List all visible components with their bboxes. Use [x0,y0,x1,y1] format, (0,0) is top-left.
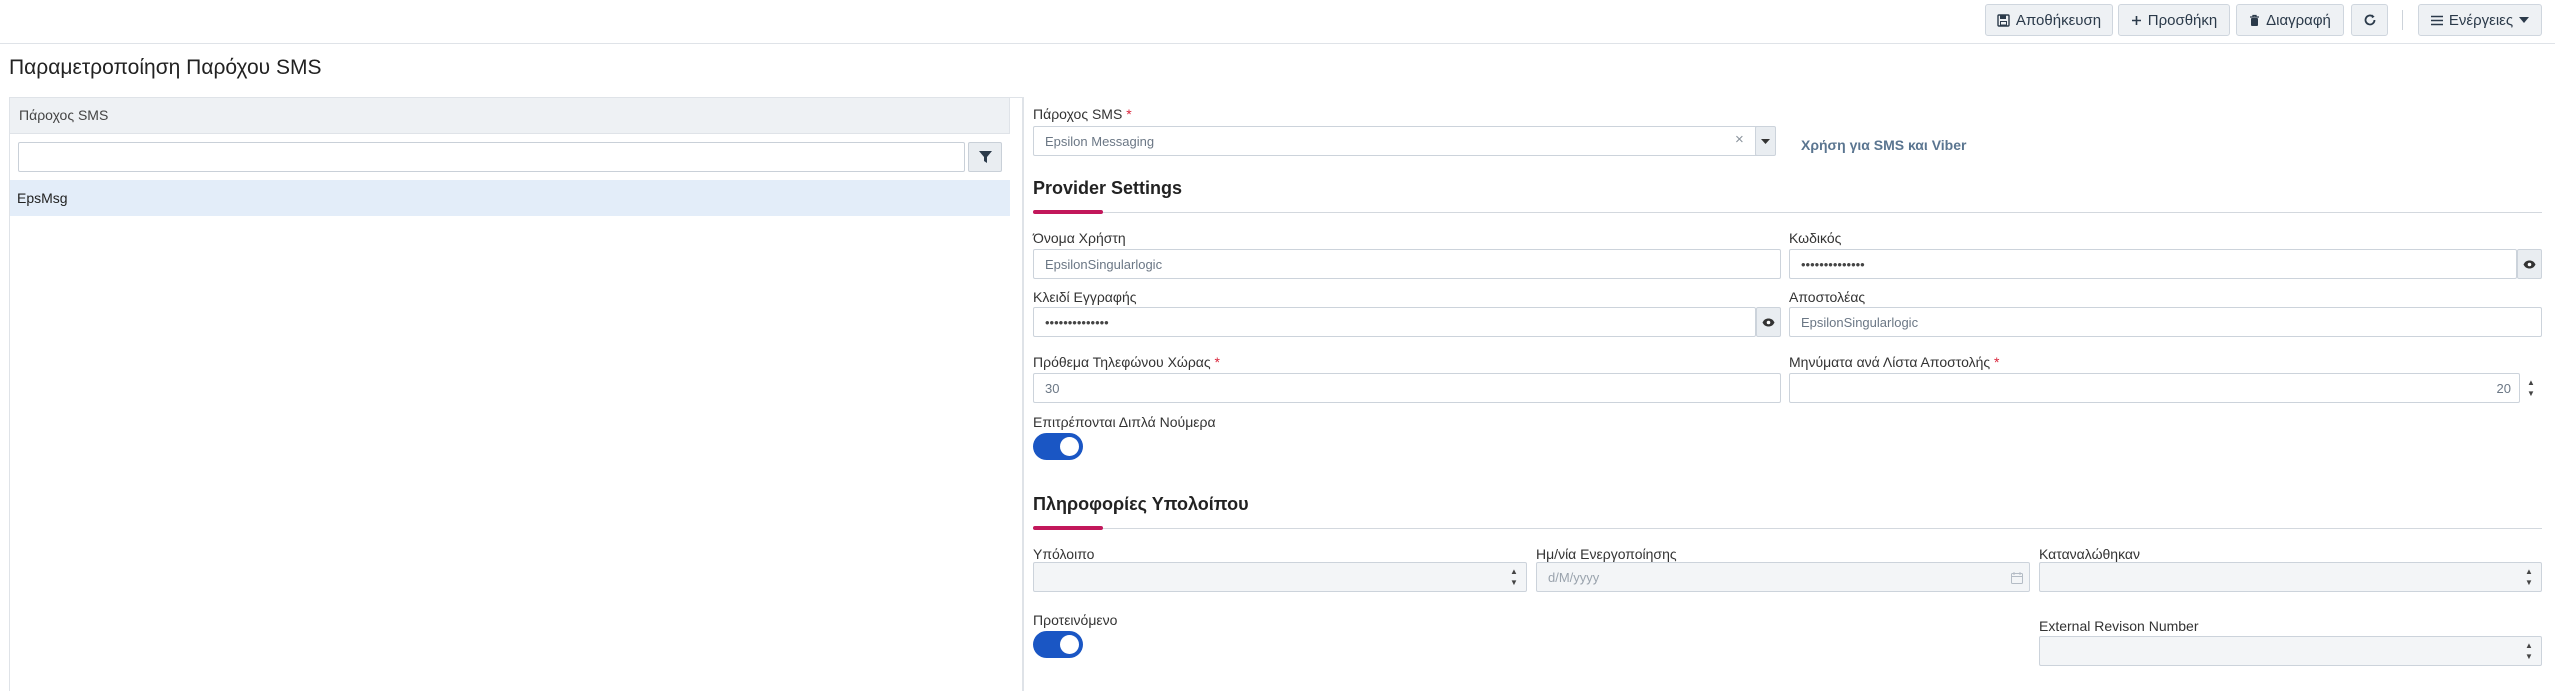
consumed-input[interactable] [2039,562,2542,592]
ext-revision-stepper[interactable]: ▲ ▼ [2518,636,2540,666]
consumed-stepper[interactable]: ▲ ▼ [2518,562,2540,592]
stepper-up-icon[interactable]: ▲ [2527,378,2535,387]
provider-label-text: Πάροχος SMS [1033,106,1123,122]
sender-label: Αποστολέας [1789,289,1866,305]
stepper-up-icon[interactable]: ▲ [1510,567,1518,576]
ext-revision-label: External Revison Number [2039,618,2199,634]
caret-down-icon [1761,138,1770,144]
actions-dropdown[interactable]: Ενέργειες [2418,4,2542,36]
username-label: Όνομα Χρήστη [1033,230,1126,246]
clear-icon[interactable]: × [1735,131,1744,148]
panel-divider [1022,97,1023,691]
messages-per-list-stepper[interactable]: ▲ ▼ [2520,373,2542,403]
section-divider [1033,212,2542,213]
regkey-input[interactable]: •••••••••••••• [1033,307,1756,337]
eye-icon [2523,260,2536,268]
messages-per-list-label: Μηνύματα ανά Λίστα Αποστολής * [1789,354,1999,370]
consumed-label: Καταναλώθηκαν [2039,546,2140,562]
filter-button[interactable] [968,142,1002,172]
sender-input[interactable]: EpsilonSingularlogic [1789,307,2542,337]
refresh-icon [2364,14,2375,26]
required-mark: * [1126,106,1132,122]
section-accent [1033,210,1103,214]
allow-duplicates-label: Επιτρέπονται Διπλά Νούμερα [1033,414,1216,430]
recommended-toggle[interactable] [1033,631,1083,658]
provider-settings-title: Provider Settings [1033,178,1183,198]
country-prefix-input[interactable]: 30 [1033,373,1781,403]
page-title: Παραμετροποίηση Παρόχου SMS [9,56,322,79]
save-icon [1997,13,2010,27]
regkey-label: Κλειδί Εγγραφής [1033,289,1137,305]
country-prefix-label-text: Πρόθεμα Τηλεφώνου Χώρας [1033,354,1211,370]
provider-label: Πάροχος SMS * [1033,106,1132,122]
stepper-up-icon[interactable]: ▲ [2525,641,2533,650]
username-input[interactable]: EpsilonSingularlogic [1033,249,1781,279]
caret-down-icon [2519,17,2530,23]
save-label: Αποθήκευση [2015,11,2102,29]
trash-icon [2250,14,2260,26]
stepper-down-icon[interactable]: ▼ [2525,652,2533,661]
delete-label: Διαγραφή [2266,11,2331,29]
stepper-down-icon[interactable]: ▼ [2527,389,2535,398]
toolbar-divider [2402,10,2403,30]
country-prefix-label: Πρόθεμα Τηλεφώνου Χώρας * [1033,354,1220,370]
required-mark: * [1994,354,2000,370]
password-label: Κωδικός [1789,230,1842,246]
top-toolbar: Αποθήκευση Προσθήκη Διαγραφή Ενέργειες [0,0,2555,44]
list-item[interactable]: EpsMsg [10,180,1010,216]
list-filter-input[interactable] [18,142,965,172]
plus-icon [2131,15,2141,25]
menu-icon [2430,15,2443,25]
filter-icon [978,151,992,163]
recommended-label: Προτεινόμενο [1033,612,1118,628]
stepper-down-icon[interactable]: ▼ [2525,578,2533,587]
list-column-header: Πάροχος SMS [10,98,1010,134]
stepper-down-icon[interactable]: ▼ [1510,578,1518,587]
password-input[interactable]: •••••••••••••• [1789,249,2517,279]
messages-per-list-label-text: Μηνύματα ανά Λίστα Αποστολής [1789,354,1991,370]
section-accent [1033,526,1103,530]
add-label: Προσθήκη [2147,11,2218,29]
actions-label: Ενέργειες [2448,11,2514,29]
balance-input[interactable] [1033,562,1527,592]
balance-section-title: Πληροφορίες Υπολοίπου [1033,494,1249,514]
provider-dropdown-toggle[interactable] [1755,126,1776,156]
section-divider [1033,528,2542,529]
save-button[interactable]: Αποθήκευση [1985,4,2113,36]
show-password-button[interactable] [2517,249,2542,279]
show-regkey-button[interactable] [1756,307,1781,337]
eye-icon [1762,318,1775,326]
required-mark: * [1214,354,1220,370]
delete-button[interactable]: Διαγραφή [2236,4,2344,36]
calendar-icon[interactable] [2011,571,2023,587]
activation-date-input[interactable]: d/M/yyyy [1536,562,2030,592]
stepper-up-icon[interactable]: ▲ [2525,567,2533,576]
activation-date-label: Ημ/νία Ενεργοποίησης [1536,546,1677,562]
sms-viber-link[interactable]: Χρήση για SMS και Viber [1801,137,1966,153]
messages-per-list-input[interactable]: 20 [1789,373,2520,403]
provider-list-panel: Πάροχος SMS EpsMsg [9,97,1024,691]
refresh-button[interactable] [2351,4,2388,36]
ext-revision-input[interactable] [2039,636,2542,666]
add-button[interactable]: Προσθήκη [2118,4,2230,36]
allow-duplicates-toggle[interactable] [1033,433,1083,460]
balance-stepper[interactable]: ▲ ▼ [1503,562,1525,592]
provider-select[interactable]: Epsilon Messaging [1033,126,1774,156]
balance-label: Υπόλοιπο [1033,546,1095,562]
